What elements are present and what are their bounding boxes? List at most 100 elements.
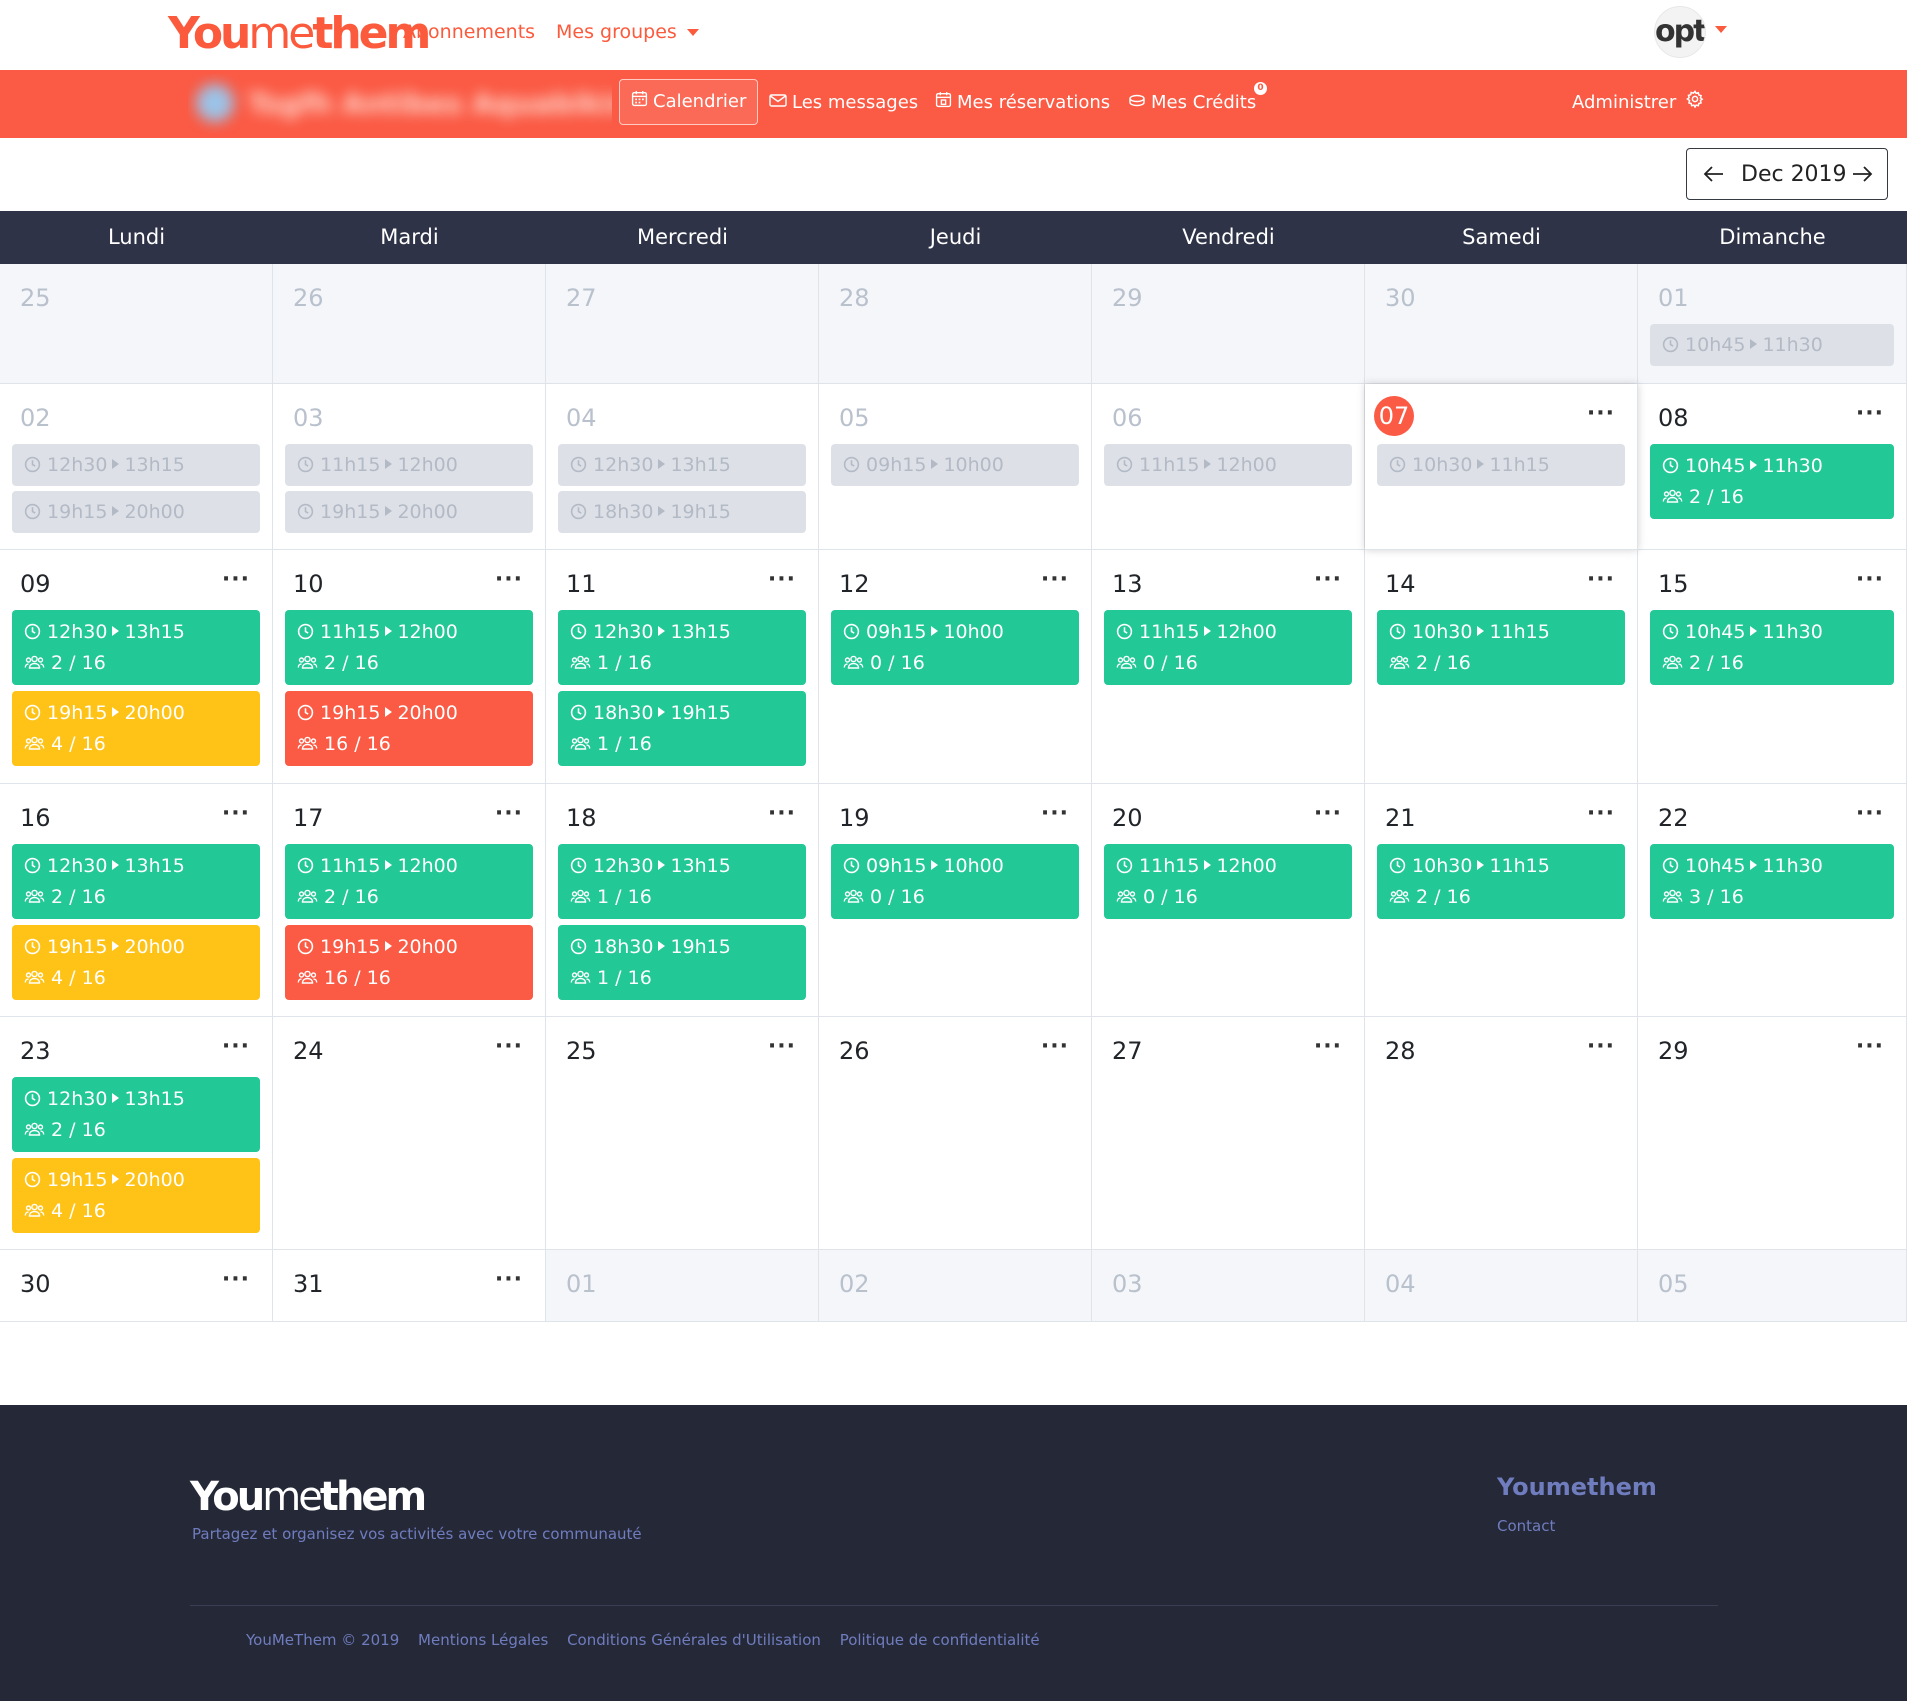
calendar-day-cell[interactable]: 25 ··· <box>546 1017 819 1250</box>
administrer-link[interactable]: Administrer <box>1572 88 1704 118</box>
calendar-day-cell[interactable]: 02 12h30 13h15 19h15 20h00 <box>0 384 273 550</box>
session-slot[interactable]: 11h15 12h00 0 / 16 <box>1104 844 1352 919</box>
calendar-day-cell[interactable]: 28 <box>819 264 1092 384</box>
calendar-day-cell[interactable]: 12 ··· 09h15 10h00 0 / 16 <box>819 550 1092 784</box>
calendar-day-cell[interactable]: 09 ··· 12h30 13h15 2 / 16 19h15 20h00 4 / 1… <box>0 550 273 784</box>
session-slot[interactable]: 12h30 13h15 1 / 16 <box>558 844 806 919</box>
footer-link-privacy[interactable]: Politique de confidentialité <box>840 1631 1040 1649</box>
session-slot[interactable]: 19h15 20h00 16 / 16 <box>285 691 533 766</box>
more-options-icon[interactable]: ··· <box>222 569 250 591</box>
more-options-icon[interactable]: ··· <box>1856 1036 1884 1058</box>
session-slot[interactable]: 09h15 10h00 0 / 16 <box>831 610 1079 685</box>
calendar-day-cell[interactable]: 21 ··· 10h30 11h15 2 / 16 <box>1365 784 1638 1017</box>
footer-link-cgu[interactable]: Conditions Générales d'Utilisation <box>567 1631 821 1649</box>
tab-reservations[interactable]: Mes réservations <box>935 88 1110 118</box>
caret-down-icon[interactable] <box>1715 26 1727 33</box>
more-options-icon[interactable]: ··· <box>1587 569 1615 591</box>
user-avatar[interactable]: opt <box>1654 6 1706 58</box>
calendar-day-cell[interactable]: 03 11h15 12h00 19h15 20h00 <box>273 384 546 550</box>
calendar-day-cell[interactable]: 24 ··· <box>273 1017 546 1250</box>
session-slot[interactable]: 10h30 11h15 2 / 16 <box>1377 844 1625 919</box>
tab-messages[interactable]: Les messages <box>769 88 918 118</box>
calendar-day-cell[interactable]: 08 ··· 10h45 11h30 2 / 16 <box>1638 384 1907 550</box>
more-options-icon[interactable]: ··· <box>222 803 250 825</box>
session-slot[interactable]: 11h15 12h00 0 / 16 <box>1104 610 1352 685</box>
session-slot[interactable]: 11h15 12h00 2 / 16 <box>285 844 533 919</box>
calendar-day-cell[interactable]: 17 ··· 11h15 12h00 2 / 16 19h15 20h00 16 / … <box>273 784 546 1017</box>
calendar-day-cell[interactable]: 06 11h15 12h00 <box>1092 384 1365 550</box>
session-slot[interactable]: 19h15 20h00 4 / 16 <box>12 925 260 1000</box>
nav-mes-groupes-dropdown[interactable]: Mes groupes <box>556 19 699 45</box>
calendar-day-cell[interactable]: 07 ··· 10h30 11h15 <box>1365 384 1638 550</box>
calendar-day-cell[interactable]: 15 ··· 10h45 11h30 2 / 16 <box>1638 550 1907 784</box>
brand-logo[interactable]: Youmethem <box>168 8 431 60</box>
calendar-day-cell[interactable]: 01 <box>546 1250 819 1322</box>
more-options-icon[interactable]: ··· <box>768 569 796 591</box>
more-options-icon[interactable]: ··· <box>222 1269 250 1291</box>
nav-abonnements-link[interactable]: Abonnements <box>403 19 535 45</box>
more-options-icon[interactable]: ··· <box>1314 569 1342 591</box>
calendar-day-cell[interactable]: 29 <box>1092 264 1365 384</box>
session-slot[interactable]: 12h30 13h15 2 / 16 <box>12 610 260 685</box>
more-options-icon[interactable]: ··· <box>1856 803 1884 825</box>
more-options-icon[interactable]: ··· <box>1314 803 1342 825</box>
more-options-icon[interactable]: ··· <box>495 1269 523 1291</box>
session-slot[interactable]: 11h15 12h00 <box>285 444 533 486</box>
session-slot[interactable]: 19h15 20h00 <box>285 491 533 533</box>
session-slot[interactable]: 10h30 11h15 <box>1377 444 1625 486</box>
calendar-day-cell[interactable]: 02 <box>819 1250 1092 1322</box>
footer-logo[interactable]: Youmethem <box>190 1473 427 1521</box>
more-options-icon[interactable]: ··· <box>495 803 523 825</box>
more-options-icon[interactable]: ··· <box>495 1036 523 1058</box>
session-slot[interactable]: 10h45 11h30 2 / 16 <box>1650 444 1894 519</box>
calendar-day-cell[interactable]: 23 ··· 12h30 13h15 2 / 16 19h15 20h00 4 / 1… <box>0 1017 273 1250</box>
session-slot[interactable]: 19h15 20h00 4 / 16 <box>12 691 260 766</box>
more-options-icon[interactable]: ··· <box>1041 1036 1069 1058</box>
calendar-day-cell[interactable]: 10 ··· 11h15 12h00 2 / 16 19h15 20h00 16 / … <box>273 550 546 784</box>
tab-credits[interactable]: Mes Crédits <box>1128 88 1256 118</box>
session-slot[interactable]: 18h30 19h15 <box>558 491 806 533</box>
calendar-day-cell[interactable]: 31 ··· <box>273 1250 546 1322</box>
session-slot[interactable]: 10h45 11h30 <box>1650 324 1894 366</box>
footer-link-mentions[interactable]: Mentions Légales <box>418 1631 548 1649</box>
calendar-day-cell[interactable]: 04 <box>1365 1250 1638 1322</box>
session-slot[interactable]: 19h15 20h00 <box>12 491 260 533</box>
calendar-day-cell[interactable]: 03 <box>1092 1250 1365 1322</box>
session-slot[interactable]: 10h45 11h30 2 / 16 <box>1650 610 1894 685</box>
calendar-day-cell[interactable]: 29 ··· <box>1638 1017 1907 1250</box>
arrow-left-icon[interactable] <box>1702 162 1726 186</box>
calendar-day-cell[interactable]: 19 ··· 09h15 10h00 0 / 16 <box>819 784 1092 1017</box>
session-slot[interactable]: 12h30 13h15 1 / 16 <box>558 610 806 685</box>
session-slot[interactable]: 12h30 13h15 <box>12 444 260 486</box>
session-slot[interactable]: 18h30 19h15 1 / 16 <box>558 925 806 1000</box>
session-slot[interactable]: 19h15 20h00 16 / 16 <box>285 925 533 1000</box>
calendar-day-cell[interactable]: 27 <box>546 264 819 384</box>
session-slot[interactable]: 09h15 10h00 <box>831 444 1079 486</box>
calendar-day-cell[interactable]: 05 <box>1638 1250 1907 1322</box>
session-slot[interactable]: 19h15 20h00 4 / 16 <box>12 1158 260 1233</box>
more-options-icon[interactable]: ··· <box>495 569 523 591</box>
session-slot[interactable]: 18h30 19h15 1 / 16 <box>558 691 806 766</box>
session-slot[interactable]: 09h15 10h00 0 / 16 <box>831 844 1079 919</box>
more-options-icon[interactable]: ··· <box>768 803 796 825</box>
calendar-day-cell[interactable]: 22 ··· 10h45 11h30 3 / 16 <box>1638 784 1907 1017</box>
more-options-icon[interactable]: ··· <box>1587 803 1615 825</box>
more-options-icon[interactable]: ··· <box>1041 569 1069 591</box>
calendar-day-cell[interactable]: 18 ··· 12h30 13h15 1 / 16 18h30 19h15 1 / 1… <box>546 784 819 1017</box>
calendar-day-cell[interactable]: 14 ··· 10h30 11h15 2 / 16 <box>1365 550 1638 784</box>
calendar-day-cell[interactable]: 30 <box>1365 264 1638 384</box>
calendar-day-cell[interactable]: 26 ··· <box>819 1017 1092 1250</box>
more-options-icon[interactable]: ··· <box>1314 1036 1342 1058</box>
calendar-day-cell[interactable]: 27 ··· <box>1092 1017 1365 1250</box>
calendar-day-cell[interactable]: 30 ··· <box>0 1250 273 1322</box>
more-options-icon[interactable]: ··· <box>1041 803 1069 825</box>
more-options-icon[interactable]: ··· <box>1587 403 1615 425</box>
calendar-day-cell[interactable]: 20 ··· 11h15 12h00 0 / 16 <box>1092 784 1365 1017</box>
session-slot[interactable]: 12h30 13h15 2 / 16 <box>12 844 260 919</box>
calendar-day-cell[interactable]: 05 09h15 10h00 <box>819 384 1092 550</box>
group-name-blurred[interactable]: Tsgfh Antibes Aquabiking <box>188 74 612 134</box>
calendar-day-cell[interactable]: 04 12h30 13h15 18h30 19h15 <box>546 384 819 550</box>
session-slot[interactable]: 12h30 13h15 2 / 16 <box>12 1077 260 1152</box>
more-options-icon[interactable]: ··· <box>768 1036 796 1058</box>
session-slot[interactable]: 11h15 12h00 <box>1104 444 1352 486</box>
